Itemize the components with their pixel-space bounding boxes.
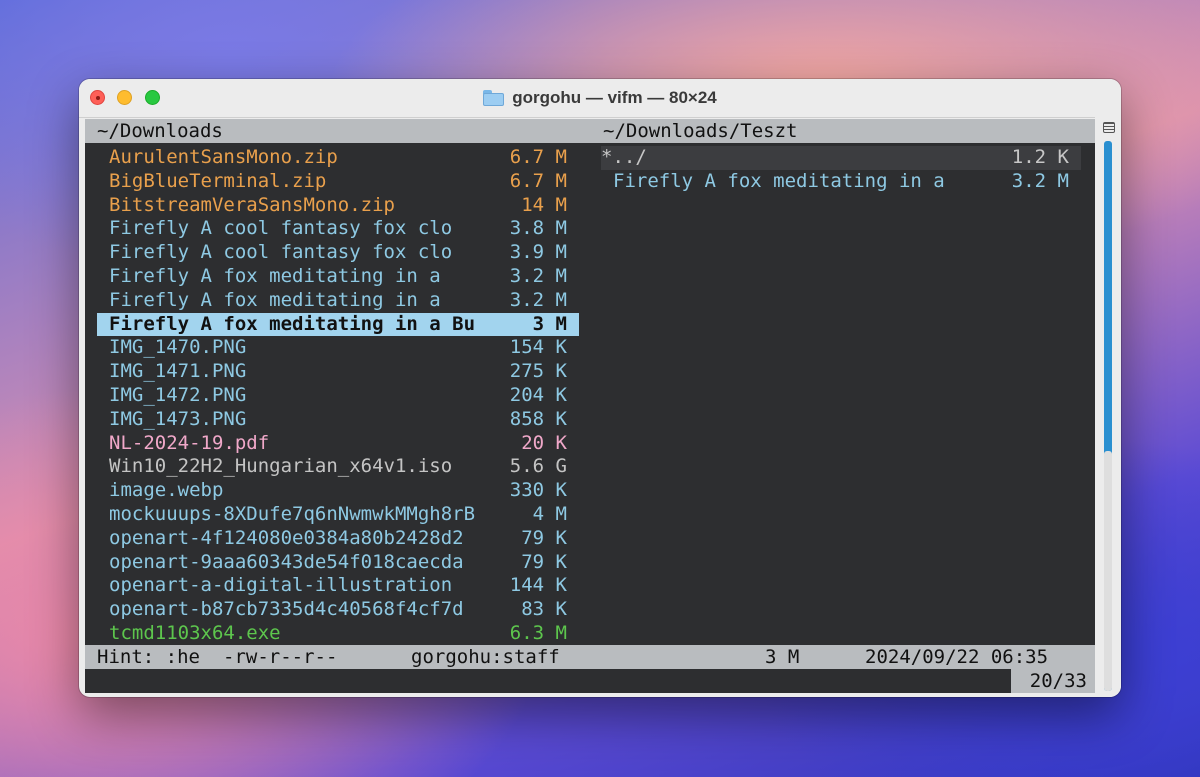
file-size: 5.6 G: [509, 455, 567, 478]
file-row[interactable]: openart-9aaa60343de54f018caecda 79 K: [97, 551, 579, 575]
file-row[interactable]: image.webp 330 K: [97, 479, 579, 503]
file-size: 144 K: [509, 574, 567, 597]
file-size: 858 K: [509, 407, 567, 430]
status-permissions: -rw-r--r--: [223, 646, 338, 668]
file-row[interactable]: IMG_1470.PNG 154 K: [97, 336, 579, 360]
file-name: Win10_22H2_Hungarian_x64v1.iso: [109, 455, 453, 478]
file-size: 204 K: [509, 383, 567, 406]
file-name: IMG_1471.PNG: [109, 360, 247, 383]
file-row[interactable]: tcmd1103x64.exe 6.3 M: [97, 622, 579, 646]
file-row[interactable]: IMG_1472.PNG 204 K: [97, 384, 579, 408]
status-owner: gorgohu:staff: [411, 646, 560, 668]
file-name: Firefly A fox meditating in a: [109, 264, 441, 287]
file-name: mockuuups-8XDufe7q6nNwmwkMMgh8rB: [109, 502, 476, 525]
scrollbar-thumb[interactable]: [1104, 451, 1112, 691]
file-size: 3.2 M: [509, 288, 567, 311]
command-line[interactable]: 20/33: [85, 669, 1095, 693]
file-name: IMG_1472.PNG: [109, 383, 247, 406]
file-size: 3.2 M: [1011, 169, 1069, 192]
right-pane-path: ~/Downloads/Teszt: [591, 119, 1095, 143]
sidebar-toggle-icon[interactable]: [1103, 122, 1115, 133]
file-size: 4 M: [532, 502, 567, 525]
file-name: Firefly A fox meditating in a: [613, 169, 945, 192]
file-name: Firefly A cool fantasy fox clo: [109, 241, 453, 264]
file-row[interactable]: NL-2024-19.pdf 20 K: [97, 432, 579, 456]
file-name: openart-4f124080e0384a80b2428d2: [109, 526, 464, 549]
file-size: 20 K: [521, 431, 567, 454]
terminal-area[interactable]: ~/Downloads ~/Downloads/Teszt AurulentSa…: [85, 119, 1095, 693]
file-size: 275 K: [509, 360, 567, 383]
file-name: NL-2024-19.pdf: [109, 431, 270, 454]
parent-dir-row[interactable]: *../ 1.2 K: [601, 146, 1081, 170]
file-size: 79 K: [521, 550, 567, 573]
file-name: IMG_1470.PNG: [109, 336, 247, 359]
title-bar[interactable]: gorgohu — vifm — 80×24: [79, 79, 1121, 118]
file-row[interactable]: Win10_22H2_Hungarian_x64v1.iso 5.6 G: [97, 455, 579, 479]
file-name: openart-b87cb7335d4c40568f4cf7d: [109, 598, 464, 621]
file-name: Firefly A fox meditating in a Bu: [109, 312, 476, 335]
file-row[interactable]: Firefly A cool fantasy fox clo 3.9 M: [97, 241, 579, 265]
file-row[interactable]: AurulentSansMono.zip 6.7 M: [97, 146, 579, 170]
file-size: 83 K: [521, 598, 567, 621]
file-name: BitstreamVeraSansMono.zip: [109, 193, 395, 216]
terminal-sidebar: [1095, 117, 1121, 697]
file-size: 154 K: [509, 336, 567, 359]
file-name: openart-a-digital-illustration: [109, 574, 453, 597]
file-row[interactable]: IMG_1473.PNG 858 K: [97, 408, 579, 432]
file-row[interactable]: Firefly A fox meditating in a 3.2 M: [97, 289, 579, 313]
file-row[interactable]: Firefly A fox meditating in a 3.2 M: [97, 265, 579, 289]
file-size: 3.8 M: [509, 217, 567, 240]
file-name: BigBlueTerminal.zip: [109, 169, 327, 192]
window-title: gorgohu — vifm — 80×24: [512, 88, 717, 107]
file-size: 14 M: [521, 193, 567, 216]
left-file-list: AurulentSansMono.zip 6.7 M BigBlueTerminal…: [97, 146, 579, 646]
file-size: 3 M: [532, 312, 567, 335]
window-title-area: gorgohu — vifm — 80×24: [79, 79, 1121, 117]
file-row[interactable]: openart-4f124080e0384a80b2428d2 79 K: [97, 527, 579, 551]
right-file-list: *../ 1.2 K Firefly A fox meditating in a 3.…: [601, 146, 1081, 194]
file-row[interactable]: Firefly A fox meditating in a 3.2 M: [601, 170, 1081, 194]
file-size: 6.3 M: [509, 621, 567, 644]
file-name: tcmd1103x64.exe: [109, 621, 281, 644]
folder-icon: [483, 90, 505, 106]
file-row[interactable]: openart-a-digital-illustration 144 K: [97, 574, 579, 598]
file-row[interactable]: Firefly A fox meditating in a Bu 3 M: [97, 312, 579, 337]
file-row[interactable]: IMG_1471.PNG 275 K: [97, 360, 579, 384]
file-row[interactable]: Firefly A cool fantasy fox clo 3.8 M: [97, 217, 579, 241]
left-pane-path: ~/Downloads: [85, 119, 591, 143]
file-row[interactable]: openart-b87cb7335d4c40568f4cf7d 83 K: [97, 598, 579, 622]
scrollbar[interactable]: [1104, 141, 1112, 691]
file-size: 79 K: [521, 526, 567, 549]
file-size: 3.9 M: [509, 241, 567, 264]
file-row[interactable]: mockuuups-8XDufe7q6nNwmwkMMgh8rB 4 M: [97, 503, 579, 527]
position-counter: 20/33: [1011, 669, 1095, 693]
terminal-window: gorgohu — vifm — 80×24 ~/Downloads ~/Dow…: [79, 79, 1121, 697]
file-name: Firefly A fox meditating in a: [109, 288, 441, 311]
file-name: image.webp: [109, 479, 224, 502]
file-row[interactable]: BitstreamVeraSansMono.zip 14 M: [97, 194, 579, 218]
file-size: 6.7 M: [509, 169, 567, 192]
file-size: 330 K: [509, 479, 567, 502]
status-datetime: 2024/09/22 06:35: [865, 646, 1049, 668]
file-size: 1.2 K: [1011, 146, 1069, 168]
status-hint: Hint: :he: [97, 646, 200, 668]
file-name: Firefly A cool fantasy fox clo: [109, 217, 453, 240]
file-size: 3.2 M: [509, 264, 567, 287]
file-row[interactable]: BigBlueTerminal.zip 6.7 M: [97, 170, 579, 194]
file-name: openart-9aaa60343de54f018caecda: [109, 550, 464, 573]
file-name: IMG_1473.PNG: [109, 407, 247, 430]
status-bar: Hint: :he -rw-r--r-- gorgohu:staff 3 M 2…: [85, 645, 1095, 669]
file-size: 6.7 M: [509, 146, 567, 168]
file-name: AurulentSansMono.zip: [109, 146, 338, 168]
file-name: *../: [601, 146, 647, 168]
status-size: 3 M: [765, 646, 800, 668]
